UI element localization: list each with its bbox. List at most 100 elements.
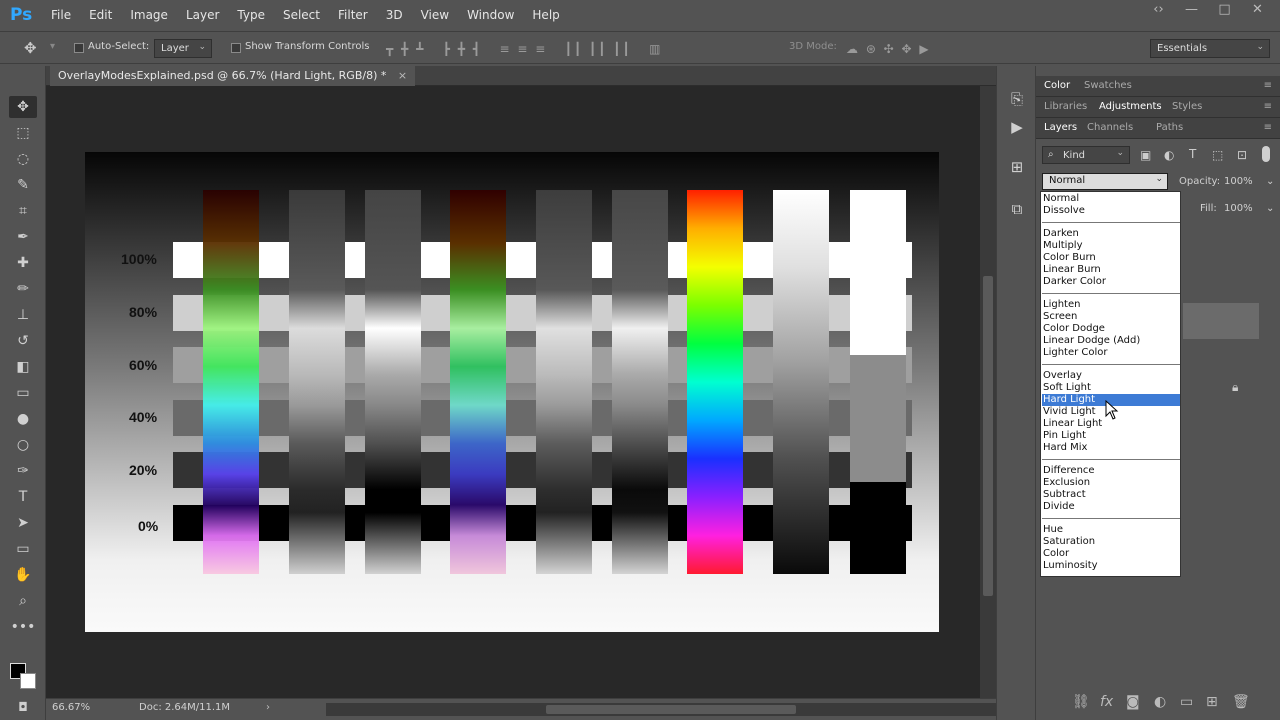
blend-option-linear-burn[interactable]: Linear Burn <box>1042 264 1180 276</box>
zoom-tool-icon[interactable]: ⌕ <box>9 590 37 612</box>
blend-option-soft-light[interactable]: Soft Light <box>1042 382 1180 394</box>
eyedropper-tool-icon[interactable]: ✒ <box>9 226 37 248</box>
auto-select-checkbox[interactable] <box>74 43 84 53</box>
tab-layers[interactable]: Layers <box>1044 122 1077 133</box>
blend-option-saturation[interactable]: Saturation <box>1042 536 1180 548</box>
history-brush-tool-icon[interactable]: ↺ <box>9 330 37 352</box>
panel-menu-icon[interactable]: ≡ <box>1264 122 1272 133</box>
horizontal-scroll-thumb[interactable] <box>546 705 796 714</box>
3d-tool-icons[interactable]: ☁ ⊛ ✣ ✥ ▶ <box>846 42 931 56</box>
blend-mode-dropdown[interactable]: Normal ⌄ <box>1042 173 1168 190</box>
lasso-tool-icon[interactable]: ◌ <box>9 148 37 170</box>
menu-filter[interactable]: Filter <box>329 8 377 22</box>
smart-object-filter-icon[interactable]: ⊡ <box>1237 148 1247 162</box>
trash-icon[interactable]: 🗑︎ <box>1232 694 1250 710</box>
pixel-filter-icon[interactable]: ▣ <box>1140 148 1151 162</box>
close-window-icon[interactable]: ✕ <box>1241 2 1274 17</box>
blend-option-lighter-color[interactable]: Lighter Color <box>1042 347 1180 359</box>
properties-icon[interactable]: ⊞ <box>1006 158 1028 180</box>
blend-option-color-burn[interactable]: Color Burn <box>1042 252 1180 264</box>
menu-edit[interactable]: Edit <box>80 8 121 22</box>
document-canvas[interactable]: 100% 80% 60% 40% 20% 0% <box>85 152 939 632</box>
gradient-tool-icon[interactable]: ▭ <box>9 382 37 404</box>
workspace-dropdown[interactable]: Essentials ⌄ <box>1150 39 1270 58</box>
crop-tool-icon[interactable]: ⌗ <box>9 200 37 222</box>
blend-option-overlay[interactable]: Overlay <box>1042 370 1180 382</box>
document-tab[interactable]: OverlayModesExplained.psd @ 66.7% (Hard … <box>50 66 416 86</box>
blend-option-screen[interactable]: Screen <box>1042 311 1180 323</box>
new-group-icon[interactable]: ▭ <box>1180 694 1193 710</box>
tab-libraries[interactable]: Libraries <box>1044 101 1087 112</box>
blend-option-difference[interactable]: Difference <box>1042 465 1180 477</box>
show-transform-checkbox[interactable] <box>231 43 241 53</box>
auto-select-target-dropdown[interactable]: Layer ⌄ <box>154 39 212 58</box>
blend-option-luminosity[interactable]: Luminosity <box>1042 560 1180 572</box>
menu-type[interactable]: Type <box>228 8 274 22</box>
shape-tool-icon[interactable]: ▭ <box>9 538 37 560</box>
tab-swatches[interactable]: Swatches <box>1084 80 1132 91</box>
menu-layer[interactable]: Layer <box>177 8 228 22</box>
blend-option-lighten[interactable]: Lighten <box>1042 299 1180 311</box>
link-layers-icon[interactable]: ⛓ <box>1072 694 1090 710</box>
align-icons[interactable]: ┳ ╋ ┻ ┣ ╋ ┫ ≡ ≡ ≡ ┃┃ ┃┃ ┃┃ ▥ <box>386 42 663 56</box>
lock-icon[interactable]: 🔒︎ <box>1232 380 1238 395</box>
blend-option-dissolve[interactable]: Dissolve <box>1042 205 1180 217</box>
blend-option-color-dodge[interactable]: Color Dodge <box>1042 323 1180 335</box>
blend-option-subtract[interactable]: Subtract <box>1042 489 1180 501</box>
tab-channels[interactable]: Channels <box>1087 122 1133 133</box>
quick-mask-icon[interactable]: ◘ <box>9 696 37 718</box>
shape-filter-icon[interactable]: ⬚ <box>1212 148 1223 162</box>
blend-option-color[interactable]: Color <box>1042 548 1180 560</box>
blur-tool-icon[interactable]: ● <box>9 408 37 430</box>
blend-option-exclusion[interactable]: Exclusion <box>1042 477 1180 489</box>
window-arrange-icon[interactable]: ‹› <box>1142 2 1175 17</box>
eraser-tool-icon[interactable]: ◧ <box>9 356 37 378</box>
blend-option-darken[interactable]: Darken <box>1042 228 1180 240</box>
panel-menu-icon[interactable]: ≡ <box>1264 80 1272 91</box>
hand-tool-icon[interactable]: ✋ <box>9 564 37 586</box>
move-tool-icon[interactable]: ✥ <box>9 96 37 118</box>
new-layer-icon[interactable]: ⊞ <box>1206 694 1218 710</box>
tab-paths[interactable]: Paths <box>1156 122 1183 133</box>
kind-filter-dropdown[interactable]: ⌕ Kind ⌄ <box>1042 146 1130 164</box>
tab-styles[interactable]: Styles <box>1172 101 1202 112</box>
opacity-value[interactable]: 100% <box>1224 176 1253 187</box>
menu-select[interactable]: Select <box>274 8 329 22</box>
pen-tool-icon[interactable]: ✑ <box>9 460 37 482</box>
menu-help[interactable]: Help <box>523 8 568 22</box>
blend-option-normal[interactable]: Normal <box>1042 193 1180 205</box>
zoom-level[interactable]: 66.67% <box>52 702 90 713</box>
more-tools-icon[interactable]: ••• <box>9 616 37 638</box>
blend-option-linear-dodge-add[interactable]: Linear Dodge (Add) <box>1042 335 1180 347</box>
history-icon[interactable]: ⎘ <box>1006 90 1028 112</box>
panel-menu-icon[interactable]: ≡ <box>1264 101 1272 112</box>
blend-option-hue[interactable]: Hue <box>1042 524 1180 536</box>
path-select-tool-icon[interactable]: ➤ <box>9 512 37 534</box>
filter-toggle-icon[interactable] <box>1262 146 1270 162</box>
tab-color[interactable]: Color <box>1044 80 1070 91</box>
type-tool-icon[interactable]: T <box>9 486 37 508</box>
move-tool-icon[interactable]: ✥ <box>24 39 37 57</box>
character-icon[interactable]: ⧉ <box>1006 200 1028 222</box>
maximize-icon[interactable]: □ <box>1208 2 1241 17</box>
add-mask-icon[interactable]: ◙ <box>1126 694 1140 710</box>
vertical-scroll-thumb[interactable] <box>983 276 993 596</box>
actions-play-icon[interactable]: ▶ <box>1006 118 1028 140</box>
blend-option-divide[interactable]: Divide <box>1042 501 1180 513</box>
chevron-down-icon[interactable]: ▾ <box>50 41 55 52</box>
layer-row[interactable] <box>1183 303 1259 339</box>
brush-tool-icon[interactable]: ✏ <box>9 278 37 300</box>
menu-view[interactable]: View <box>412 8 458 22</box>
chevron-down-icon[interactable]: ⌄ <box>1266 176 1274 187</box>
fill-value[interactable]: 100% <box>1224 203 1253 214</box>
minimize-icon[interactable]: — <box>1175 2 1208 17</box>
healing-brush-tool-icon[interactable]: ✚ <box>9 252 37 274</box>
horizontal-scrollbar[interactable] <box>326 703 1006 716</box>
layer-style-icon[interactable]: fx <box>1100 694 1113 710</box>
chevron-down-icon[interactable]: ⌄ <box>1266 203 1274 214</box>
dodge-tool-icon[interactable]: ○ <box>9 434 37 456</box>
menu-window[interactable]: Window <box>458 8 523 22</box>
background-color-swatch[interactable] <box>20 673 36 689</box>
status-menu-arrow-icon[interactable]: › <box>266 702 270 713</box>
blend-option-multiply[interactable]: Multiply <box>1042 240 1180 252</box>
